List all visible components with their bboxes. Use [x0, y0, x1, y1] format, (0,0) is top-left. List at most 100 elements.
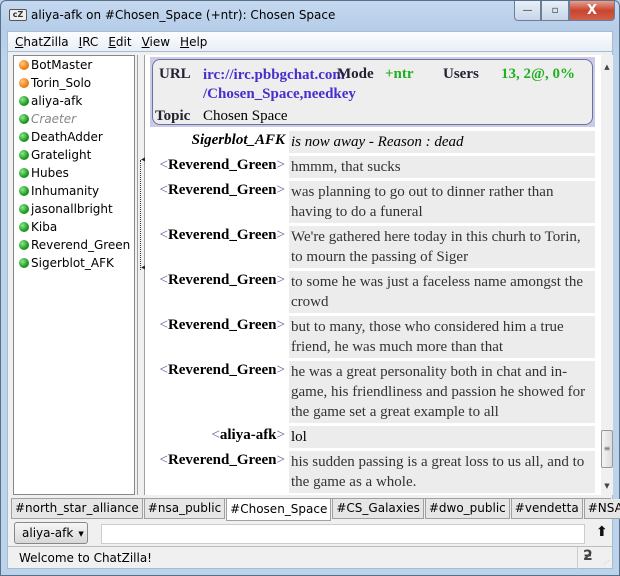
tab-north_star_alliance[interactable]: #north_star_alliance	[11, 499, 143, 519]
scroll-down-icon[interactable]: ▼	[601, 482, 613, 490]
message-nick[interactable]: <Reverend_Green>	[145, 156, 289, 178]
menu-irc[interactable]: IRC	[79, 35, 99, 49]
voice-status-icon	[19, 114, 29, 124]
user-list-item[interactable]: BotMaster	[14, 56, 134, 74]
user-list-item[interactable]: DeathAdder	[14, 128, 134, 146]
message-nick[interactable]: <Reverend_Green>	[145, 451, 289, 493]
chatzilla-window: cZ aliya-afk on #Chosen_Space (+ntr): Ch…	[0, 0, 620, 576]
user-nick: Gratelight	[31, 148, 92, 162]
message-text: his sudden passing is a great loss to us…	[289, 451, 595, 493]
tab-vendetta[interactable]: #vendetta	[510, 499, 583, 519]
user-nick: Hubes	[31, 166, 69, 180]
splitter-grippy[interactable]: ◀ ◀	[140, 156, 146, 271]
message-nick[interactable]: <Reverend_Green>	[145, 226, 289, 268]
chat-output: URL irc://irc.pbbgchat.com /Chosen_Space…	[145, 55, 601, 495]
user-list-item[interactable]: Torin_Solo	[14, 74, 134, 92]
tab-nsa[interactable]: #NSA	[583, 499, 620, 519]
nickname-button[interactable]: aliya-afk ▼	[14, 522, 88, 544]
tab-dwo_public[interactable]: #dwo_public	[424, 499, 510, 519]
message-row: <aliya-afk> lol	[145, 426, 595, 448]
dropdown-caret-icon: ▼	[78, 529, 84, 538]
user-nick: Torin_Solo	[31, 76, 92, 90]
user-list-item[interactable]: Reverend_Green	[14, 236, 134, 254]
user-nick: Inhumanity	[31, 184, 100, 198]
menu-view[interactable]: View	[142, 35, 170, 49]
channel-header: URL irc://irc.pbbgchat.com /Chosen_Space…	[150, 57, 595, 127]
message-nick[interactable]: <Reverend_Green>	[145, 271, 289, 313]
user-list-item[interactable]: Inhumanity	[14, 182, 134, 200]
operator-status-icon	[19, 78, 29, 88]
user-list-item[interactable]: Hubes	[14, 164, 134, 182]
message-text: to some he was just a faceless name amon…	[289, 271, 595, 313]
user-nick: jasonallbright	[31, 202, 113, 216]
message-nick[interactable]: <Reverend_Green>	[145, 316, 289, 358]
scroll-up-icon[interactable]: ▲	[601, 63, 613, 71]
menu-help[interactable]: Help	[180, 35, 207, 49]
window-controls: — ▫ X	[514, 1, 615, 21]
menu-bar: ChatZilla IRC Edit View Help	[7, 31, 613, 51]
mode-label: Mode	[337, 66, 374, 82]
user-nick: Sigerblot_AFK	[31, 256, 114, 270]
status-divider	[577, 547, 578, 569]
tab-nsa_public[interactable]: #nsa_public	[143, 499, 226, 519]
users-label: Users	[443, 66, 479, 82]
message-nick[interactable]: <Reverend_Green>	[145, 181, 289, 223]
message-nick[interactable]: <aliya-afk>	[145, 426, 289, 448]
mode-value: +ntr	[385, 66, 414, 82]
scroll-thumb[interactable]: ≡	[601, 430, 613, 468]
channel-url[interactable]: irc://irc.pbbgchat.com /Chosen_Space,nee…	[203, 66, 356, 104]
multiline-toggle-button[interactable]: ⬆	[596, 524, 608, 540]
menu-chatzilla[interactable]: ChatZilla	[15, 35, 69, 49]
url-line-1: irc://irc.pbbgchat.com	[203, 67, 345, 83]
message-row: <Reverend_Green> to some he was just a fa…	[145, 271, 595, 313]
minimize-button[interactable]: —	[514, 1, 541, 21]
tab-cs_galaxies[interactable]: #CS_Galaxies	[332, 499, 424, 519]
message-text: We're gathered here today in this churh …	[289, 226, 595, 268]
message-row: <Reverend_Green> hmmm, that sucks	[145, 156, 595, 178]
user-list-item[interactable]: Sigerblot_AFK	[14, 254, 134, 272]
minimize-icon: —	[522, 5, 533, 16]
message-row: <Reverend_Green> was planning to go out t…	[145, 181, 595, 223]
menu-edit[interactable]: Edit	[108, 35, 131, 49]
chat-scrollbar[interactable]: ▲ ≡ ▼	[601, 55, 613, 495]
url-line-2: /Chosen_Space,needkey	[203, 86, 356, 102]
operator-status-icon	[19, 60, 29, 70]
user-nick: Kiba	[31, 220, 58, 234]
title-bar[interactable]: cZ aliya-afk on #Chosen_Space (+ntr): Ch…	[1, 1, 619, 31]
status-bar: Welcome to ChatZilla! ƻ ⋰	[8, 546, 612, 569]
user-nick: BotMaster	[31, 58, 93, 72]
message-text: hmmm, that sucks	[289, 156, 595, 178]
tab-chosen_space[interactable]: #Chosen_Space	[226, 499, 332, 521]
channel-tabs: #north_star_alliance #nsa_public #Chosen_S…	[11, 498, 620, 521]
user-list-item[interactable]: aliya-afk	[14, 92, 134, 110]
userlist-splitter[interactable]: ◀ ◀	[137, 55, 146, 495]
message-text: is now away - Reason : dead	[289, 131, 595, 153]
user-list[interactable]: BotMaster Torin_Solo aliya-afk Craeter Death…	[13, 55, 135, 495]
message-nick[interactable]: <Reverend_Green>	[145, 361, 289, 423]
voice-status-icon	[19, 204, 29, 214]
maximize-icon: ▫	[551, 5, 559, 16]
close-icon: X	[586, 3, 598, 18]
voice-status-icon	[19, 150, 29, 160]
message-text: but to many, those who considered him a …	[289, 316, 595, 358]
user-nick: DeathAdder	[31, 130, 103, 144]
user-list-item[interactable]: Gratelight	[14, 146, 134, 164]
window-title: aliya-afk on #Chosen_Space (+ntr): Chose…	[31, 8, 336, 22]
maximize-button[interactable]: ▫	[541, 1, 569, 21]
resize-grip-icon[interactable]: ⋰	[603, 559, 609, 566]
user-list-item[interactable]: jasonallbright	[14, 200, 134, 218]
close-button[interactable]: X	[569, 1, 615, 21]
message-text: was planning to go out to dinner rather …	[289, 181, 595, 223]
topic-value[interactable]: Chosen Space	[203, 108, 288, 125]
up-arrow-icon: ⬆	[596, 524, 608, 540]
user-nick: Craeter	[31, 112, 77, 126]
message-text: he was a great personality both in chat …	[289, 361, 595, 423]
voice-status-icon	[19, 96, 29, 106]
message-input[interactable]	[101, 524, 585, 544]
message-nick[interactable]: Sigerblot_AFK	[145, 131, 289, 153]
user-nick: Reverend_Green	[31, 238, 131, 252]
user-list-item[interactable]: Kiba	[14, 218, 134, 236]
message-row: <Reverend_Green> but to many, those who c…	[145, 316, 595, 358]
voice-status-icon	[19, 258, 29, 268]
user-list-item[interactable]: Craeter	[14, 110, 134, 128]
